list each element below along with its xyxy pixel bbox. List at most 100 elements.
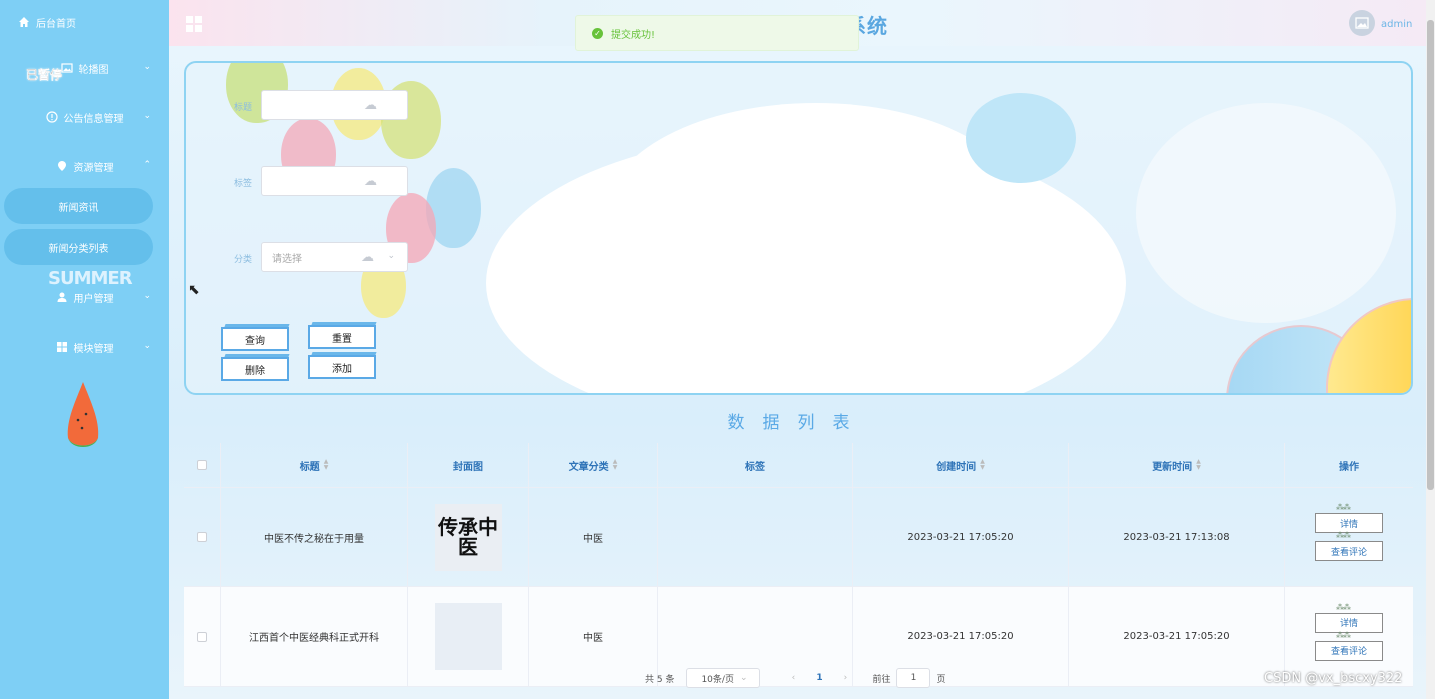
search-panel: 标题 ☁ 标签 ☁ 分类 请选择 ☁ ⌄ 查询 重置 删除 添加: [184, 61, 1413, 395]
grid-icon: [56, 341, 68, 353]
chevron-up-icon: ⌃: [143, 160, 151, 170]
view-comments-button[interactable]: 查看评论: [1315, 631, 1383, 661]
current-page[interactable]: 1: [810, 673, 828, 683]
column-header-title[interactable]: 标题 ▲ ▼: [221, 443, 408, 487]
column-title-label: 标签: [745, 461, 765, 473]
success-toast: ✓ 提交成功!: [575, 15, 859, 51]
list-title: 数据列表: [727, 413, 868, 433]
actions-cell: 详情 查看评论: [1285, 488, 1413, 586]
page-size-value: 10条/页: [701, 674, 734, 685]
column-header-cover: 封面图: [408, 443, 529, 487]
row-select-cell: [184, 587, 221, 686]
watermelon-decoration: [62, 380, 104, 455]
chevron-down-icon: ⌄: [739, 673, 748, 683]
category-cell: 中医: [529, 587, 658, 686]
sidebar-item-label: 公告信息管理: [63, 113, 124, 125]
title-label: 标题: [234, 103, 253, 113]
row-checkbox[interactable]: [197, 532, 207, 542]
title-cell: 中医不传之秘在于用量: [221, 488, 408, 586]
chevron-down-icon: ⌄: [387, 251, 395, 261]
home-icon: [18, 16, 30, 28]
page-size-select[interactable]: 10条/页 ⌄: [686, 668, 761, 688]
sidebar-item-resources[interactable]: 资源管理 ⌃: [0, 146, 169, 186]
column-header-created[interactable]: 创建时间 ▲ ▼: [853, 443, 1069, 487]
chevron-down-icon: ⌄: [143, 341, 151, 351]
user-icon: [56, 291, 68, 303]
avatar[interactable]: [1349, 10, 1375, 36]
column-header-actions: 操作: [1285, 443, 1413, 487]
chevron-down-icon: ⌄: [143, 62, 151, 72]
query-button[interactable]: 查询: [221, 327, 289, 351]
user-name[interactable]: admin: [1381, 19, 1412, 30]
sidebar: 后台首页 轮播图 ⌄ 已暂停 公告信息管理 ⌄ 资源管理 ⌃ 新闻资讯 新闻分类…: [0, 0, 169, 699]
column-title-label: 封面图: [453, 461, 483, 473]
cloud-icon: ☁: [364, 98, 377, 113]
title-input[interactable]: ☁: [261, 90, 408, 120]
page-scrollbar[interactable]: [1426, 0, 1435, 699]
cloud-decoration: [606, 103, 1026, 323]
cover-image[interactable]: [434, 603, 502, 670]
toast-message: 提交成功!: [611, 29, 656, 41]
title-cell: 江西首个中医经典科正式开科: [221, 587, 408, 686]
tag-label: 标签: [234, 179, 253, 189]
tag-input[interactable]: ☁: [261, 166, 408, 196]
sidebar-item-home[interactable]: 后台首页: [0, 2, 169, 42]
cloud-icon: ☁: [361, 250, 374, 265]
reset-button[interactable]: 重置: [308, 325, 376, 349]
column-title-label: 标题: [299, 461, 320, 473]
cloud-icon: ☁: [364, 174, 377, 189]
select-all-cell: [184, 443, 221, 487]
sort-icon[interactable]: ▲ ▼: [980, 459, 985, 471]
category-label: 分类: [234, 255, 253, 265]
cover-cell: 传承中医: [408, 488, 529, 586]
sidebar-item-modules[interactable]: 模块管理 ⌄: [0, 327, 169, 367]
detail-button[interactable]: 详情: [1315, 603, 1383, 633]
sidebar-item-label: 后台首页: [36, 18, 76, 30]
updated-cell: 2023-03-21 17:13:08: [1069, 488, 1285, 586]
main-area: 旅游管理的博客系统 admin ✓ 提交成功! 标题 ☁ 标签 ☁ 分类 请选择…: [169, 0, 1426, 699]
goto-page-input[interactable]: 1: [896, 668, 931, 688]
category-select[interactable]: 请选择 ☁ ⌄: [261, 242, 408, 272]
menu-toggle-icon[interactable]: [186, 16, 202, 32]
image-icon: [60, 62, 73, 74]
mouse-cursor-icon: ⬉: [188, 282, 200, 298]
select-all-checkbox[interactable]: [197, 460, 207, 470]
sidebar-item-label: 用户管理: [73, 293, 114, 305]
view-comments-button[interactable]: 查看评论: [1315, 531, 1383, 561]
chevron-down-icon: ⌄: [143, 111, 151, 121]
table-row: 中医不传之秘在于用量 传承中医 中医 2023-03-21 17:05:20 2…: [184, 488, 1413, 587]
delete-button[interactable]: 删除: [221, 357, 289, 381]
sidebar-item-label: 轮播图: [78, 64, 109, 76]
add-button[interactable]: 添加: [308, 355, 376, 379]
column-header-tags: 标签: [658, 443, 853, 487]
goto-prefix: 前往: [872, 674, 891, 685]
next-page-icon[interactable]: ›: [834, 673, 856, 683]
column-title-label: 创建时间: [936, 461, 977, 473]
scrollbar-thumb[interactable]: [1427, 20, 1434, 490]
sidebar-item-label: 资源管理: [73, 162, 114, 174]
cloud-decoration: [966, 93, 1076, 183]
watermark: CSDN @vx_bscxy322: [1264, 671, 1403, 686]
column-title-label: 文章分类: [568, 461, 609, 473]
cover-image[interactable]: 传承中医: [434, 503, 502, 571]
location-pin-icon: [56, 160, 68, 172]
total-count: 共 5 条: [645, 674, 675, 685]
row-checkbox[interactable]: [197, 631, 207, 642]
sort-icon[interactable]: ▲ ▼: [1196, 459, 1201, 471]
sidebar-subitem-news-categories[interactable]: 新闻分类列表: [4, 229, 153, 265]
created-cell: 2023-03-21 17:05:20: [853, 488, 1069, 586]
category-placeholder: 请选择: [272, 253, 302, 265]
cover-image-text: 传承中医: [438, 515, 498, 559]
sort-icon[interactable]: ▲ ▼: [324, 459, 329, 471]
column-header-updated[interactable]: 更新时间 ▲ ▼: [1069, 443, 1285, 487]
row-select-cell: [184, 488, 221, 586]
sort-icon[interactable]: ▲ ▼: [613, 459, 618, 471]
detail-button[interactable]: 详情: [1315, 503, 1383, 533]
column-header-category[interactable]: 文章分类 ▲ ▼: [529, 443, 658, 487]
prev-page-icon[interactable]: ‹: [782, 673, 804, 683]
sidebar-item-users[interactable]: 用户管理 ⌄: [0, 277, 169, 317]
tags-cell: [658, 488, 853, 586]
sidebar-subitem-news[interactable]: 新闻资讯: [4, 188, 153, 224]
sidebar-item-announcements[interactable]: 公告信息管理 ⌄: [0, 97, 169, 137]
table-header: 标题 ▲ ▼ 封面图 文章分类 ▲ ▼ 标签 创建时间 ▲ ▼ 更新时间 ▲ ▼ 操作: [184, 443, 1413, 488]
